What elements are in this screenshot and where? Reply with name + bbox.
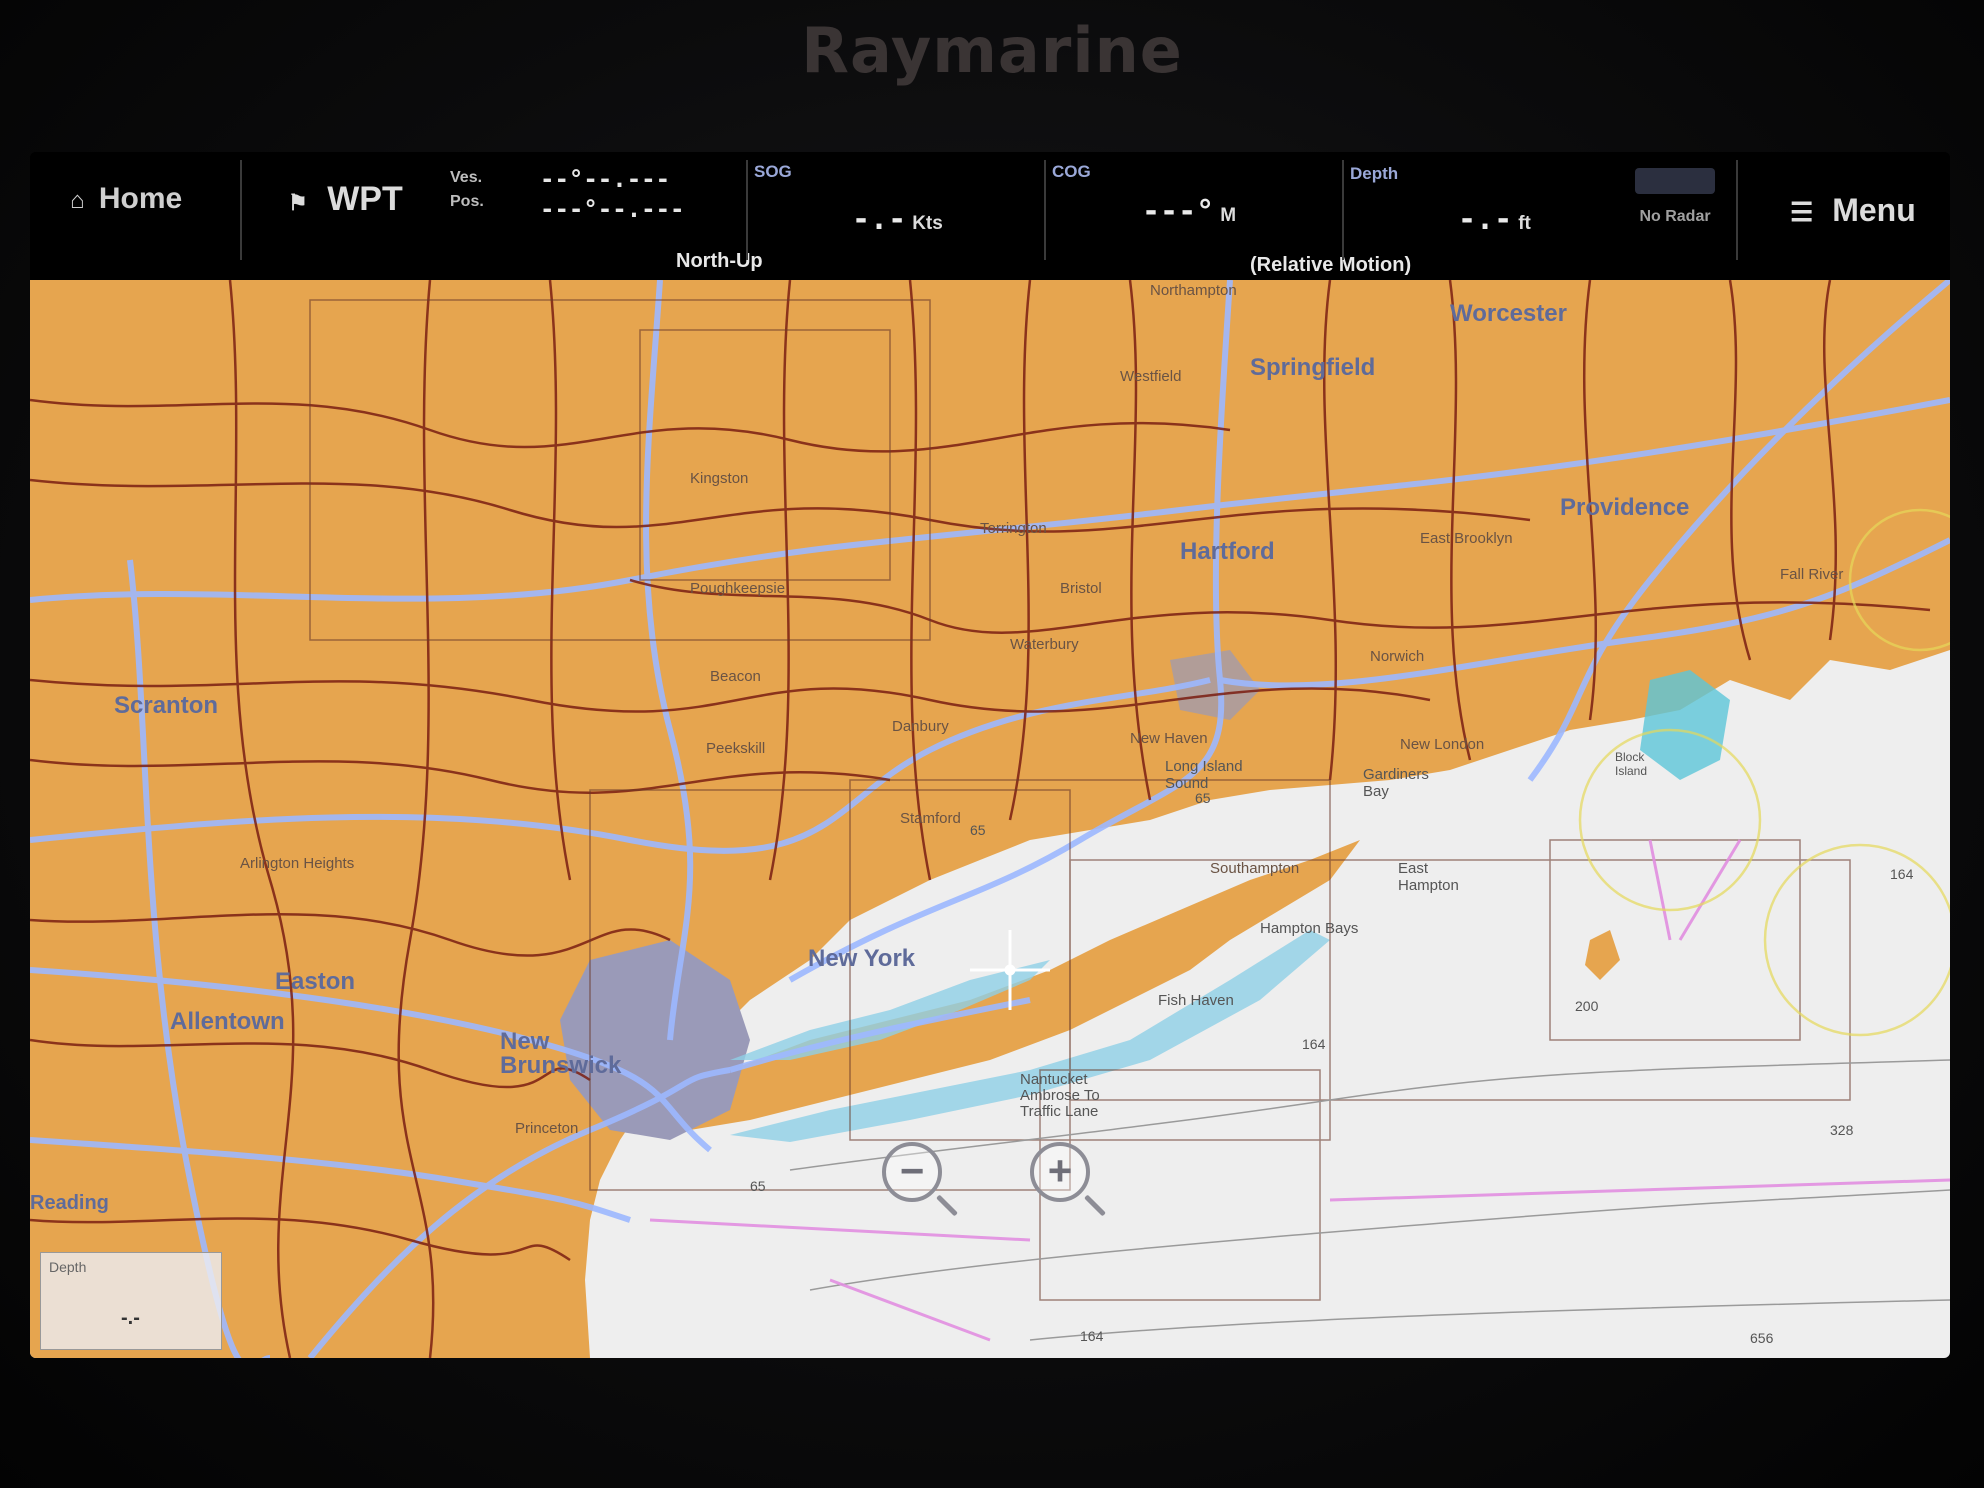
depth-sounding: 200	[1575, 998, 1599, 1014]
depth-sounding: 65	[970, 822, 986, 838]
chart-area[interactable]: Worcester Springfield Hartford Providenc…	[30, 277, 1950, 1358]
cog-readout: ---° M	[1142, 194, 1236, 229]
depth-value: -.-	[1458, 202, 1513, 237]
menu-label: Menu	[1832, 192, 1916, 228]
label-princeton: Princeton	[515, 1120, 579, 1137]
label-arlington-heights: Arlington Heights	[240, 855, 355, 872]
data-bar: ⌂ Home ⚑ WPT Ves. Pos. --°--.--- ---°--.…	[30, 152, 1950, 374]
depth-sounding: 656	[1750, 1330, 1774, 1346]
label-norwich: Norwich	[1370, 648, 1425, 665]
sog-label: SOG	[754, 162, 792, 181]
cog-unit: M	[1220, 205, 1237, 226]
cog-value: ---°	[1142, 194, 1215, 229]
divider	[1736, 160, 1738, 260]
divider	[240, 160, 242, 260]
radar-status-label: No Radar	[1639, 208, 1711, 225]
depth-widget-value: -.-	[121, 1307, 140, 1329]
label-southampton: Southampton	[1210, 860, 1300, 877]
label-new-york: New York	[808, 945, 916, 972]
zoom-out-button[interactable]: −	[882, 1142, 942, 1202]
depth-sounding: 164	[1890, 866, 1914, 882]
sog-value: -.-	[852, 202, 907, 237]
label-scranton: Scranton	[114, 692, 219, 719]
sog-cell[interactable]: SOG -.- Kts	[752, 152, 1042, 270]
label-springfield: Springfield	[1250, 354, 1376, 381]
label-easton: Easton	[275, 968, 356, 995]
depth-sounding: 65	[1195, 790, 1211, 806]
longitude-value: ---°--.---	[540, 195, 685, 223]
depth-cell[interactable]: Depth -.- ft	[1348, 152, 1608, 270]
label-worcester: Worcester	[1450, 300, 1567, 327]
brand-logo: Raymarine	[801, 14, 1183, 87]
depth-overlay-widget[interactable]: Depth -.-	[40, 1252, 222, 1350]
label-allentown: Allentown	[170, 1008, 285, 1035]
label-poughkeepsie: Poughkeepsie	[690, 580, 786, 597]
label-fall-river: Fall River	[1780, 566, 1844, 583]
label-danbury: Danbury	[892, 718, 949, 735]
label-peekskill: Peekskill	[706, 740, 766, 757]
depth-unit: ft	[1518, 213, 1531, 234]
cog-label: COG	[1052, 162, 1091, 181]
label-hampton-bays: Hampton Bays	[1260, 920, 1359, 937]
label-nantucket-traffic-lane: Nantucket Ambrose To Traffic Lane	[1020, 1071, 1100, 1120]
label-beacon: Beacon	[710, 668, 761, 685]
vessel-position-value[interactable]: --°--.--- ---°--.---	[540, 164, 685, 282]
label-westfield: Westfield	[1120, 368, 1182, 385]
label-hartford: Hartford	[1180, 538, 1275, 565]
label-east-hampton: East Hampton	[1398, 860, 1459, 894]
radar-status[interactable]: No Radar	[1630, 168, 1720, 286]
menu-icon: ☰	[1790, 197, 1814, 227]
pos-label: Pos.	[450, 193, 484, 210]
sog-unit: Kts	[912, 213, 943, 234]
depth-label: Depth	[1350, 164, 1399, 183]
depth-sounding: 65	[750, 1178, 766, 1194]
depth-readout: -.- ft	[1458, 202, 1531, 237]
divider	[746, 160, 748, 260]
cog-cell[interactable]: COG ---° M	[1050, 152, 1340, 270]
divider	[1044, 160, 1046, 260]
divider	[1342, 160, 1344, 260]
label-waterbury: Waterbury	[1010, 636, 1079, 653]
label-new-london: New London	[1400, 736, 1485, 753]
depth-sounding: 164	[1080, 1328, 1104, 1344]
label-east-brooklyn: East Brooklyn	[1420, 530, 1513, 547]
minus-icon: −	[899, 1147, 925, 1194]
label-providence: Providence	[1560, 494, 1690, 521]
label-fish-haven: Fish Haven	[1158, 992, 1234, 1009]
label-bristol: Bristol	[1060, 580, 1102, 597]
label-new-haven: New Haven	[1130, 730, 1208, 747]
ves-label: Ves.	[450, 169, 483, 186]
label-long-island-sound: Long Island Sound	[1165, 758, 1243, 792]
depth-widget-title: Depth	[49, 1259, 87, 1275]
label-torrington: Torrington	[980, 520, 1047, 537]
sog-readout: -.- Kts	[852, 202, 943, 237]
nautical-chart[interactable]	[30, 277, 1950, 1358]
depth-sounding: 164	[1302, 1036, 1326, 1052]
label-gardiners-bay: Gardiners Bay	[1363, 766, 1429, 800]
label-block-island: Block Island	[1615, 750, 1648, 778]
label-reading: Reading	[30, 1192, 109, 1214]
label-new-brunswick: New Brunswick	[500, 1028, 622, 1079]
label-stamford: Stamford	[900, 810, 961, 827]
home-label: Home	[98, 182, 183, 215]
radar-icon	[1635, 168, 1715, 194]
waypoint-flag-icon: ⚑	[288, 190, 308, 215]
label-kingston: Kingston	[690, 470, 749, 487]
display-screen: ⌂ Home ⚑ WPT Ves. Pos. --°--.--- ---°--.…	[30, 152, 1950, 1358]
wpt-label: WPT	[327, 180, 403, 218]
depth-sounding: 328	[1830, 1122, 1854, 1138]
vessel-position-label: Ves. Pos.	[450, 166, 484, 284]
latitude-value: --°--.---	[540, 165, 671, 193]
home-icon: ⌂	[70, 187, 85, 214]
plus-icon: +	[1047, 1147, 1073, 1194]
label-northampton: Northampton	[1150, 282, 1237, 299]
zoom-in-button[interactable]: +	[1030, 1142, 1090, 1202]
